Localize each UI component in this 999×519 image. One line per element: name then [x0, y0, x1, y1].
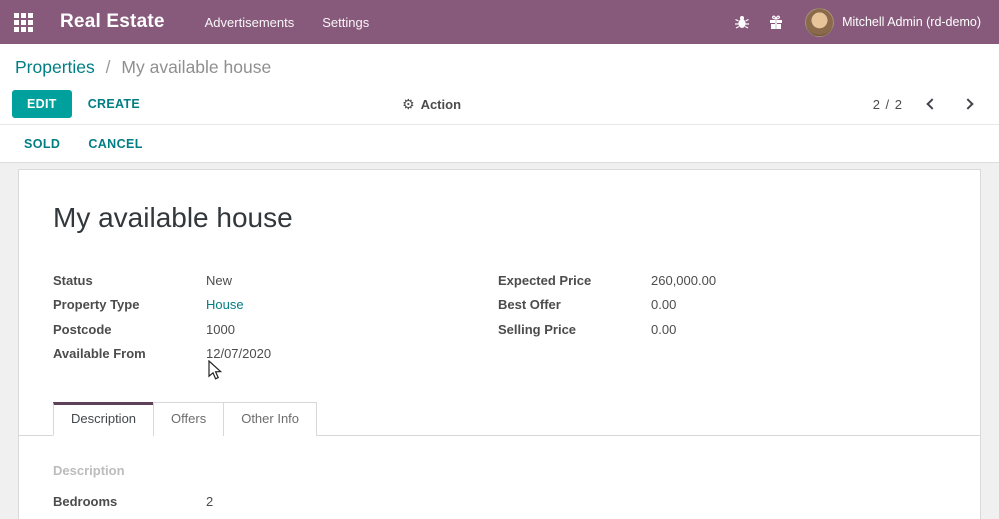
field-label: Status — [53, 272, 93, 288]
field-value: 1000 — [206, 321, 235, 337]
description-tab-content: Description Bedrooms 2 Living Area (sqm) — [53, 436, 946, 519]
field-living-area: Living Area (sqm) — [53, 514, 946, 519]
field-label: Bedrooms — [53, 493, 118, 509]
apps-grid-icon — [13, 12, 33, 32]
gift-icon[interactable] — [759, 0, 793, 44]
field-label: Expected Price — [498, 272, 592, 288]
field-status: Status New — [53, 268, 499, 293]
control-panel: Properties / My available house EDIT CRE… — [0, 44, 999, 124]
navbar-right: Mitchell Admin (rd-demo) — [725, 0, 999, 44]
chevron-left-icon — [926, 98, 938, 110]
field-label: Selling Price — [498, 321, 577, 337]
cancel-button[interactable]: CANCEL — [88, 137, 142, 151]
tab-other-info[interactable]: Other Info — [223, 402, 318, 436]
field-available-from: Available From 12/07/2020 — [53, 342, 499, 367]
field-label: Best Offer — [498, 297, 561, 313]
notebook-tabs: Description Offers Other Info — [19, 402, 980, 436]
field-value: 12/07/2020 — [206, 346, 272, 362]
field-selling-price: Selling Price 0.00 — [498, 317, 944, 342]
sold-button[interactable]: SOLD — [24, 137, 60, 151]
breadcrumb-current: My available house — [121, 57, 272, 77]
pager-count: 2 / 2 — [872, 96, 903, 112]
field-value: 260,000.00 — [651, 272, 717, 288]
debug-bug-icon[interactable] — [725, 0, 759, 44]
field-label: Property Type — [53, 297, 140, 313]
field-value: New — [206, 272, 233, 288]
property-title: My available house — [53, 202, 293, 233]
action-menu-label: Action — [420, 96, 462, 112]
description-field-label: Description — [53, 463, 125, 478]
edit-button[interactable]: EDIT — [12, 90, 72, 118]
app-brand[interactable]: Real Estate — [60, 11, 165, 33]
action-menu-button[interactable]: ⚙ Action — [402, 84, 461, 124]
field-expected-price: Expected Price 260,000.00 — [498, 268, 944, 293]
breadcrumb-properties-link[interactable]: Properties — [15, 57, 95, 77]
menu-settings[interactable]: Settings — [308, 0, 383, 44]
field-value: 2 — [206, 493, 214, 509]
field-property-type: Property Type House — [53, 293, 499, 318]
user-avatar[interactable] — [805, 7, 835, 37]
menu-advertisements[interactable]: Advertisements — [191, 0, 309, 44]
field-column-left: Status New Property Type House Postcode … — [53, 268, 499, 366]
field-best-offer: Best Offer 0.00 — [498, 293, 944, 318]
pager-next-button[interactable] — [957, 91, 983, 117]
tab-offers[interactable]: Offers — [153, 402, 225, 436]
breadcrumb: Properties / My available house — [15, 57, 999, 78]
pager-previous-button[interactable] — [917, 91, 943, 117]
chevron-right-icon — [962, 98, 974, 110]
field-bedrooms: Bedrooms 2 — [53, 489, 946, 514]
top-navbar: Real Estate Advertisements Settings Mitc… — [0, 0, 999, 44]
field-value: 0.00 — [651, 297, 677, 313]
form-sheet: My available house Status New Property T… — [18, 169, 981, 519]
gear-icon: ⚙ — [402, 96, 415, 112]
field-label: Postcode — [53, 321, 112, 337]
form-statusbar: SOLD CANCEL — [0, 124, 999, 163]
property-type-link[interactable]: House — [206, 297, 244, 312]
breadcrumb-separator: / — [105, 57, 111, 77]
field-postcode: Postcode 1000 — [53, 317, 499, 342]
field-column-right: Expected Price 260,000.00 Best Offer 0.0… — [498, 268, 944, 366]
content-area: My available house Status New Property T… — [0, 163, 999, 519]
tab-description[interactable]: Description — [53, 402, 155, 436]
apps-menu-button[interactable] — [0, 0, 46, 44]
create-button[interactable]: CREATE — [88, 97, 140, 111]
main-menu: Advertisements Settings — [191, 0, 384, 44]
user-name[interactable]: Mitchell Admin (rd-demo) — [842, 15, 981, 29]
pager: 2 / 2 — [873, 91, 983, 117]
field-value: 0.00 — [651, 321, 677, 337]
field-label: Available From — [53, 346, 146, 362]
field-grid: Status New Property Type House Postcode … — [53, 268, 946, 366]
